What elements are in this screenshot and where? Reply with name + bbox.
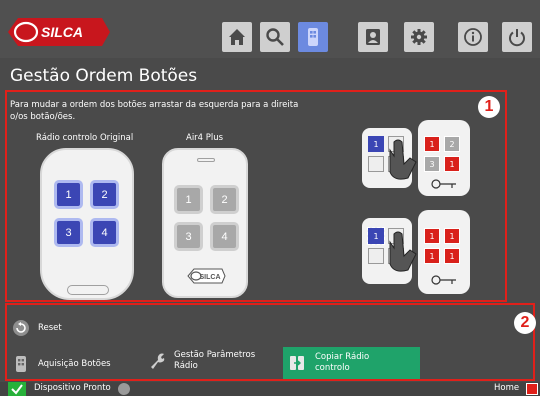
hand-pointer-icon	[389, 139, 417, 180]
original-button-3[interactable]: 3	[54, 218, 83, 247]
original-button-1[interactable]: 1	[54, 180, 83, 209]
radio-params-button[interactable]: Gestão Parâmetros Rádio	[148, 350, 266, 372]
user-button[interactable]	[358, 22, 388, 52]
search-icon	[266, 28, 284, 46]
panel-marker-1: 1	[478, 96, 500, 118]
drag-diagram-bottom: 1 1 1 1 1	[360, 210, 470, 296]
home-status-icon[interactable]	[526, 383, 538, 395]
key-icon-2	[431, 275, 456, 285]
user-icon	[366, 29, 380, 45]
page-title: Gestão Ordem Botões	[10, 66, 198, 86]
home-button[interactable]	[222, 22, 252, 52]
status-ok-icon	[8, 382, 26, 396]
power-button[interactable]	[502, 22, 532, 52]
keyring-slot	[67, 285, 109, 295]
info-icon	[464, 28, 482, 46]
original-remote: 1 2 3 4	[40, 148, 134, 300]
target-button-3[interactable]: 3	[174, 222, 203, 251]
remote-small-icon	[12, 355, 30, 373]
settings-button[interactable]	[404, 22, 434, 52]
copy-remote-button[interactable]: Copiar Rádio controlo	[283, 347, 420, 379]
svg-text:SILCA: SILCA	[41, 24, 83, 40]
key-icon	[431, 179, 456, 189]
instructions-text: Para mudar a ordem dos botões arrastar d…	[10, 100, 299, 122]
radio-params-label: Gestão Parâmetros Rádio	[174, 350, 256, 371]
target-button-4[interactable]: 4	[210, 222, 239, 251]
home-icon	[229, 29, 245, 45]
refresh-icon[interactable]	[118, 383, 130, 395]
search-button[interactable]	[260, 22, 290, 52]
panel-marker-2: 2	[514, 312, 536, 334]
target-remote-label: Air4 Plus	[186, 133, 224, 143]
copy-remote-icon	[289, 355, 305, 371]
device-status-text: Dispositivo Pronto	[34, 383, 111, 393]
target-button-1[interactable]: 1	[174, 185, 203, 214]
remote-icon	[308, 28, 318, 46]
hand-pointer-icon-2	[389, 231, 417, 272]
original-button-2[interactable]: 2	[90, 180, 119, 209]
led-slot	[197, 158, 215, 162]
remote-button[interactable]	[298, 22, 328, 52]
status-bar: Dispositivo Pronto Home	[0, 382, 540, 396]
gear-icon	[411, 29, 427, 45]
acquire-buttons-button[interactable]: Aquisição Botões	[12, 355, 111, 373]
reset-icon	[12, 319, 30, 337]
power-icon	[509, 29, 525, 47]
target-remote: 1 2 3 4 SILCA	[162, 148, 248, 298]
reset-label: Reset	[38, 323, 62, 333]
copy-remote-label: Copiar Rádio controlo	[315, 352, 370, 373]
acquire-buttons-label: Aquisição Botões	[38, 359, 111, 369]
reset-button[interactable]: Reset	[12, 319, 62, 337]
silca-small-logo: SILCA	[187, 268, 226, 284]
svg-text:SILCA: SILCA	[200, 274, 221, 281]
home-status-text[interactable]: Home	[494, 383, 519, 393]
target-button-2[interactable]: 2	[210, 185, 239, 214]
original-button-4[interactable]: 4	[90, 218, 119, 247]
original-remote-label: Rádio controlo Original	[36, 133, 134, 143]
drag-diagram-top: 1 1 2 3 1	[360, 120, 470, 198]
top-bar: SILCA	[0, 0, 540, 58]
silca-logo: SILCA	[8, 18, 110, 46]
wrench-icon	[148, 352, 166, 370]
info-button[interactable]	[458, 22, 488, 52]
